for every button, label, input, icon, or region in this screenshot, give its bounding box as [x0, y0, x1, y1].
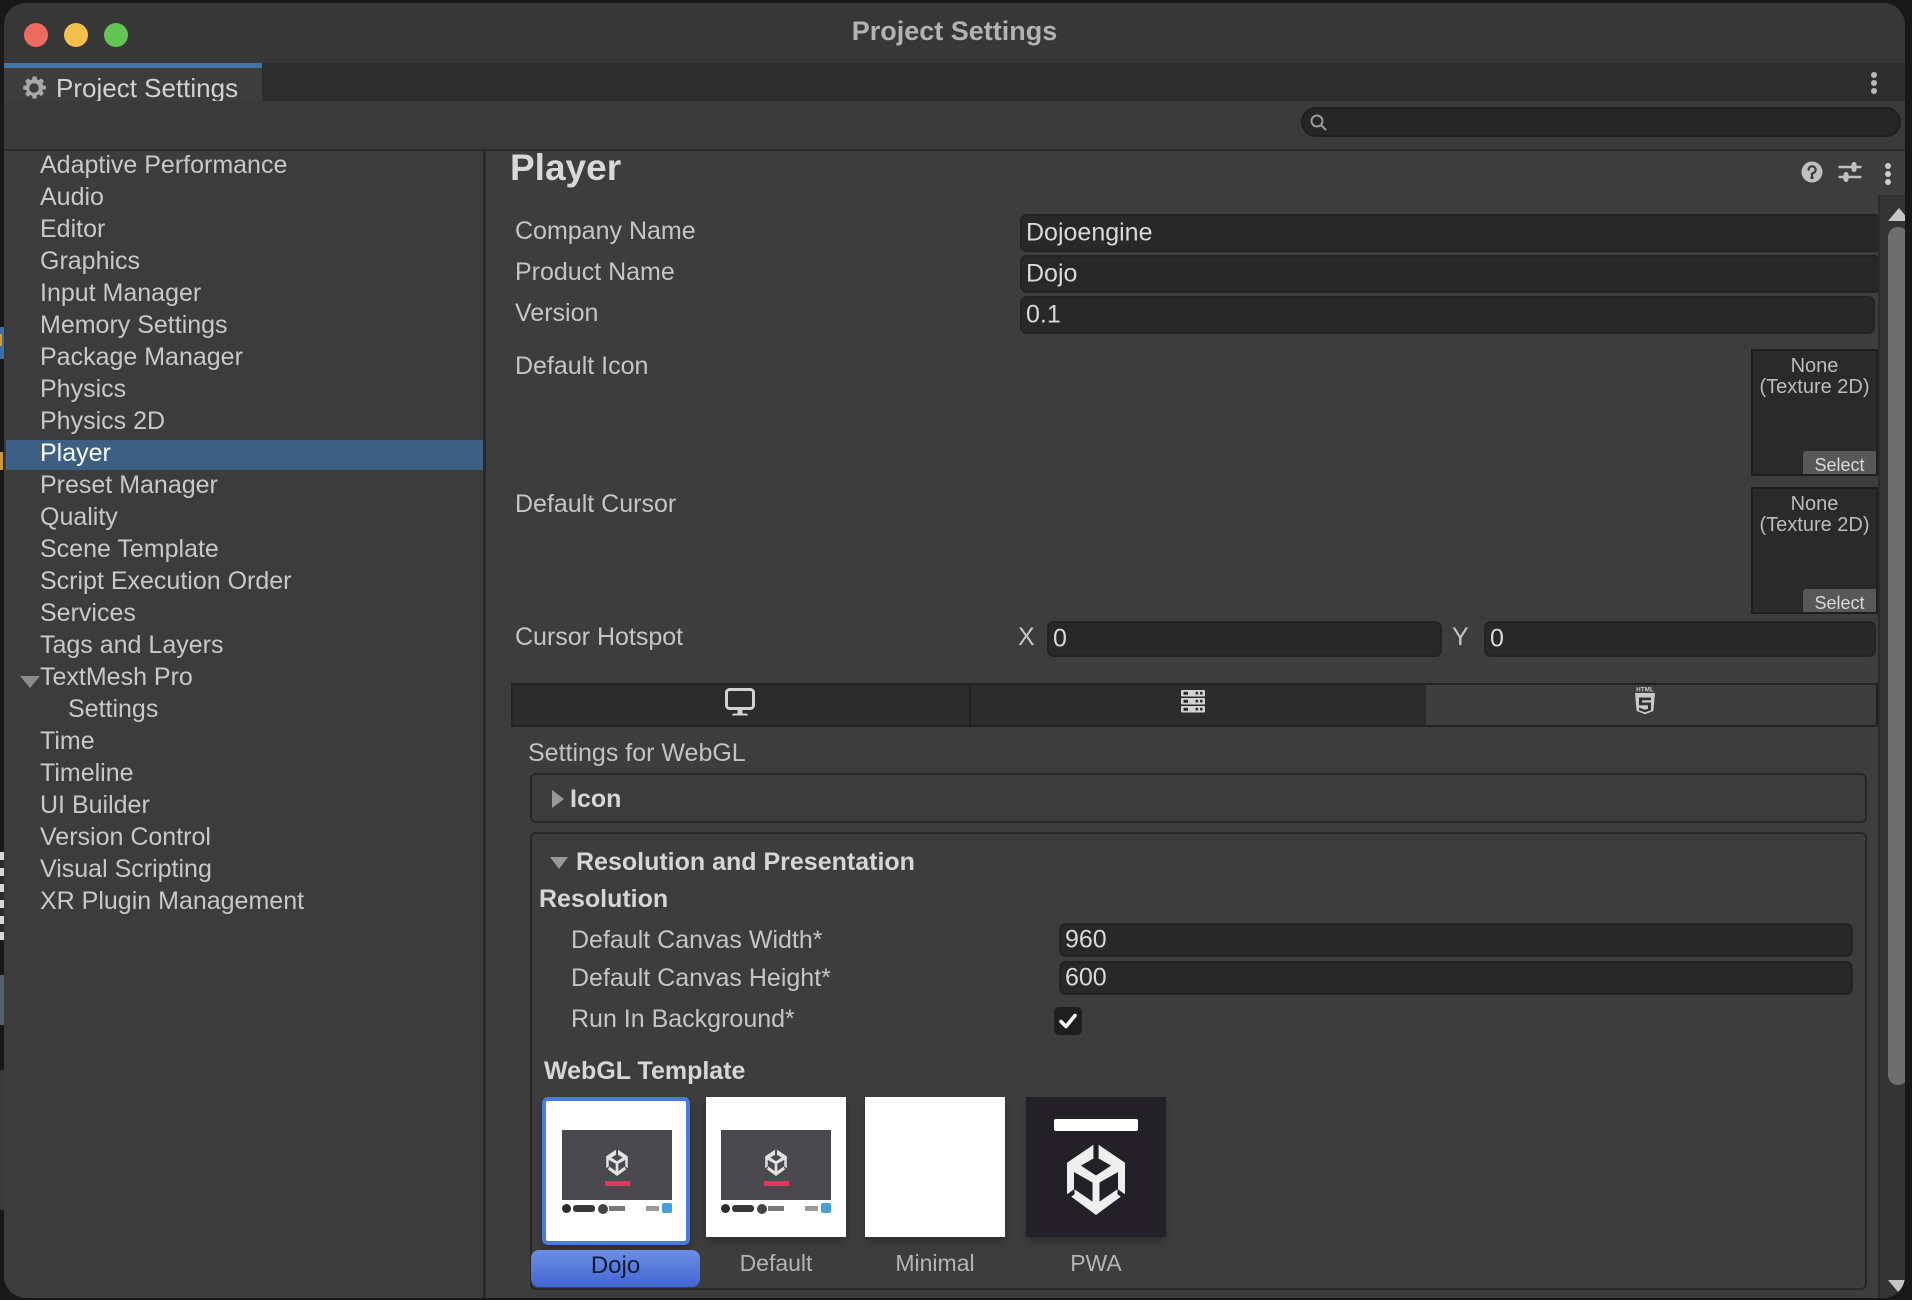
svg-text:HTML: HTML: [1636, 686, 1654, 693]
